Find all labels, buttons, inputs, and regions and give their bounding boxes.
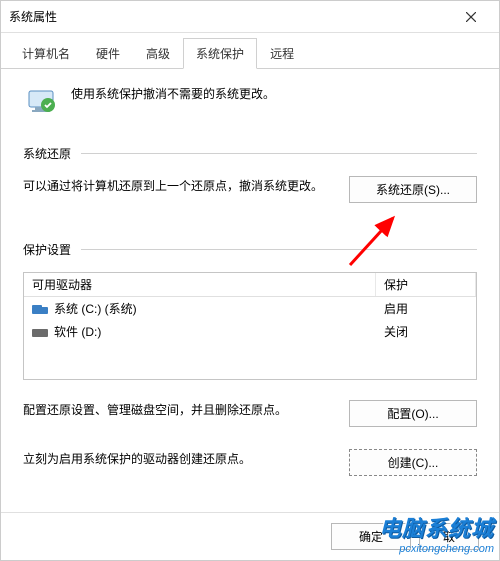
drive-c-icon	[32, 304, 48, 314]
window-title: 系统属性	[9, 8, 451, 25]
system-properties-window: 系统属性 计算机名 硬件 高级 系统保护 远程 使	[0, 0, 500, 561]
drive-row[interactable]: 系统 (C:) (系统) 启用	[24, 297, 476, 320]
tab-advanced[interactable]: 高级	[133, 38, 183, 69]
drive-status: 关闭	[376, 320, 476, 343]
cancel-button[interactable]: 取	[419, 523, 479, 550]
system-restore-button[interactable]: 系统还原(S)...	[349, 176, 477, 203]
create-row: 立刻为启用系统保护的驱动器创建还原点。 创建(C)...	[23, 449, 477, 476]
titlebar: 系统属性	[1, 1, 499, 33]
drive-d-icon	[32, 327, 48, 337]
intro-text: 使用系统保护撤消不需要的系统更改。	[71, 83, 275, 102]
configure-button[interactable]: 配置(O)...	[349, 400, 477, 427]
tab-hardware[interactable]: 硬件	[83, 38, 133, 69]
drive-label: 系统 (C:) (系统)	[54, 300, 137, 317]
dialog-footer: 确定 取	[1, 512, 499, 560]
header-status[interactable]: 保护	[376, 273, 476, 296]
section-title-label: 保护设置	[23, 241, 71, 258]
tab-system-protection[interactable]: 系统保护	[183, 38, 257, 69]
tab-computer-name[interactable]: 计算机名	[9, 38, 83, 69]
drive-list[interactable]: 可用驱动器 保护 系统 (C:) (系统) 启用 软件 (D:)	[23, 272, 477, 380]
header-drive[interactable]: 可用驱动器	[24, 273, 376, 296]
section-title-label: 系统还原	[23, 145, 71, 162]
ok-button[interactable]: 确定	[331, 523, 411, 550]
configure-row: 配置还原设置、管理磁盘空间，并且删除还原点。 配置(O)...	[23, 400, 477, 427]
create-button[interactable]: 创建(C)...	[349, 449, 477, 476]
drive-list-header: 可用驱动器 保护	[24, 273, 476, 297]
configure-desc: 配置还原设置、管理磁盘空间，并且删除还原点。	[23, 400, 331, 420]
drive-label: 软件 (D:)	[54, 323, 101, 340]
tab-remote[interactable]: 远程	[257, 38, 307, 69]
close-icon	[466, 12, 476, 22]
system-protection-icon	[23, 83, 59, 119]
create-desc: 立刻为启用系统保护的驱动器创建还原点。	[23, 449, 331, 469]
intro-row: 使用系统保护撤消不需要的系统更改。	[23, 83, 477, 119]
section-system-restore: 系统还原	[23, 145, 477, 162]
drive-row[interactable]: 软件 (D:) 关闭	[24, 320, 476, 343]
restore-row: 可以通过将计算机还原到上一个还原点，撤消系统更改。 系统还原(S)...	[23, 176, 477, 203]
restore-desc: 可以通过将计算机还原到上一个还原点，撤消系统更改。	[23, 176, 331, 196]
close-button[interactable]	[451, 3, 491, 31]
tab-content: 使用系统保护撤消不需要的系统更改。 系统还原 可以通过将计算机还原到上一个还原点…	[1, 69, 499, 512]
section-protection-settings: 保护设置	[23, 241, 477, 258]
drive-status: 启用	[376, 297, 476, 320]
tab-strip: 计算机名 硬件 高级 系统保护 远程	[1, 33, 499, 69]
